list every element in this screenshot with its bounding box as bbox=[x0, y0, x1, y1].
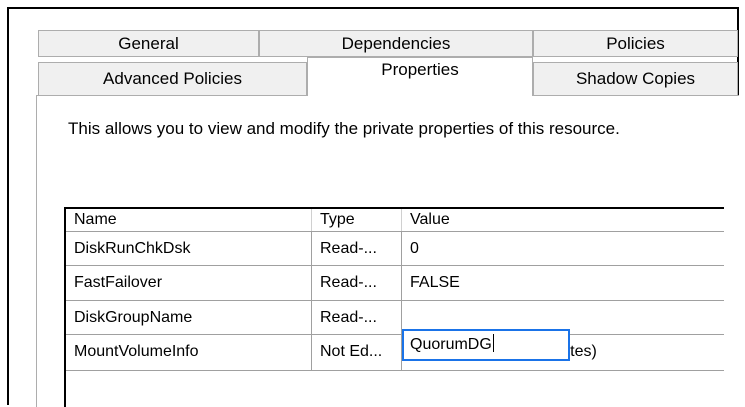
value-edit-field[interactable]: QuorumDG bbox=[402, 329, 570, 361]
property-type: Read-... bbox=[312, 266, 402, 300]
value-edit-text: QuorumDG bbox=[410, 336, 492, 353]
properties-grid[interactable]: Name Type Value DiskRunChkDsk Read-... 0… bbox=[64, 207, 724, 407]
table-row[interactable]: DiskGroupName Read-... bbox=[66, 301, 724, 335]
tab-dependencies[interactable]: Dependencies bbox=[259, 30, 533, 57]
text-caret bbox=[492, 334, 494, 353]
property-name: DiskRunChkDsk bbox=[66, 232, 312, 265]
property-type: Read-... bbox=[312, 232, 402, 265]
property-value[interactable]: FALSE bbox=[402, 266, 724, 300]
tab-shadow-copies[interactable]: Shadow Copies bbox=[533, 62, 738, 96]
column-header-value[interactable]: Value bbox=[402, 209, 724, 231]
table-row[interactable]: DiskRunChkDsk Read-... 0 bbox=[66, 232, 724, 266]
tab-advanced-policies[interactable]: Advanced Policies bbox=[38, 62, 307, 96]
property-type: Not Ed... bbox=[312, 335, 402, 370]
property-name: MountVolumeInfo bbox=[66, 335, 312, 370]
property-type: Read-... bbox=[312, 301, 402, 334]
property-name: DiskGroupName bbox=[66, 301, 312, 334]
grid-header-row: Name Type Value bbox=[66, 209, 724, 232]
property-value[interactable]: 0 bbox=[402, 232, 724, 265]
tab-general[interactable]: General bbox=[38, 30, 259, 57]
tab-properties[interactable]: Properties bbox=[307, 57, 533, 96]
column-header-name[interactable]: Name bbox=[66, 209, 312, 231]
tab-policies[interactable]: Policies bbox=[533, 30, 738, 57]
table-row[interactable]: FastFailover Read-... FALSE bbox=[66, 266, 724, 301]
table-row[interactable]: MountVolumeInfo Not Ed... 00 00 00 00 ..… bbox=[66, 335, 724, 371]
panel-description: This allows you to view and modify the p… bbox=[68, 119, 620, 138]
column-header-type[interactable]: Type bbox=[312, 209, 402, 231]
property-name: FastFailover bbox=[66, 266, 312, 300]
